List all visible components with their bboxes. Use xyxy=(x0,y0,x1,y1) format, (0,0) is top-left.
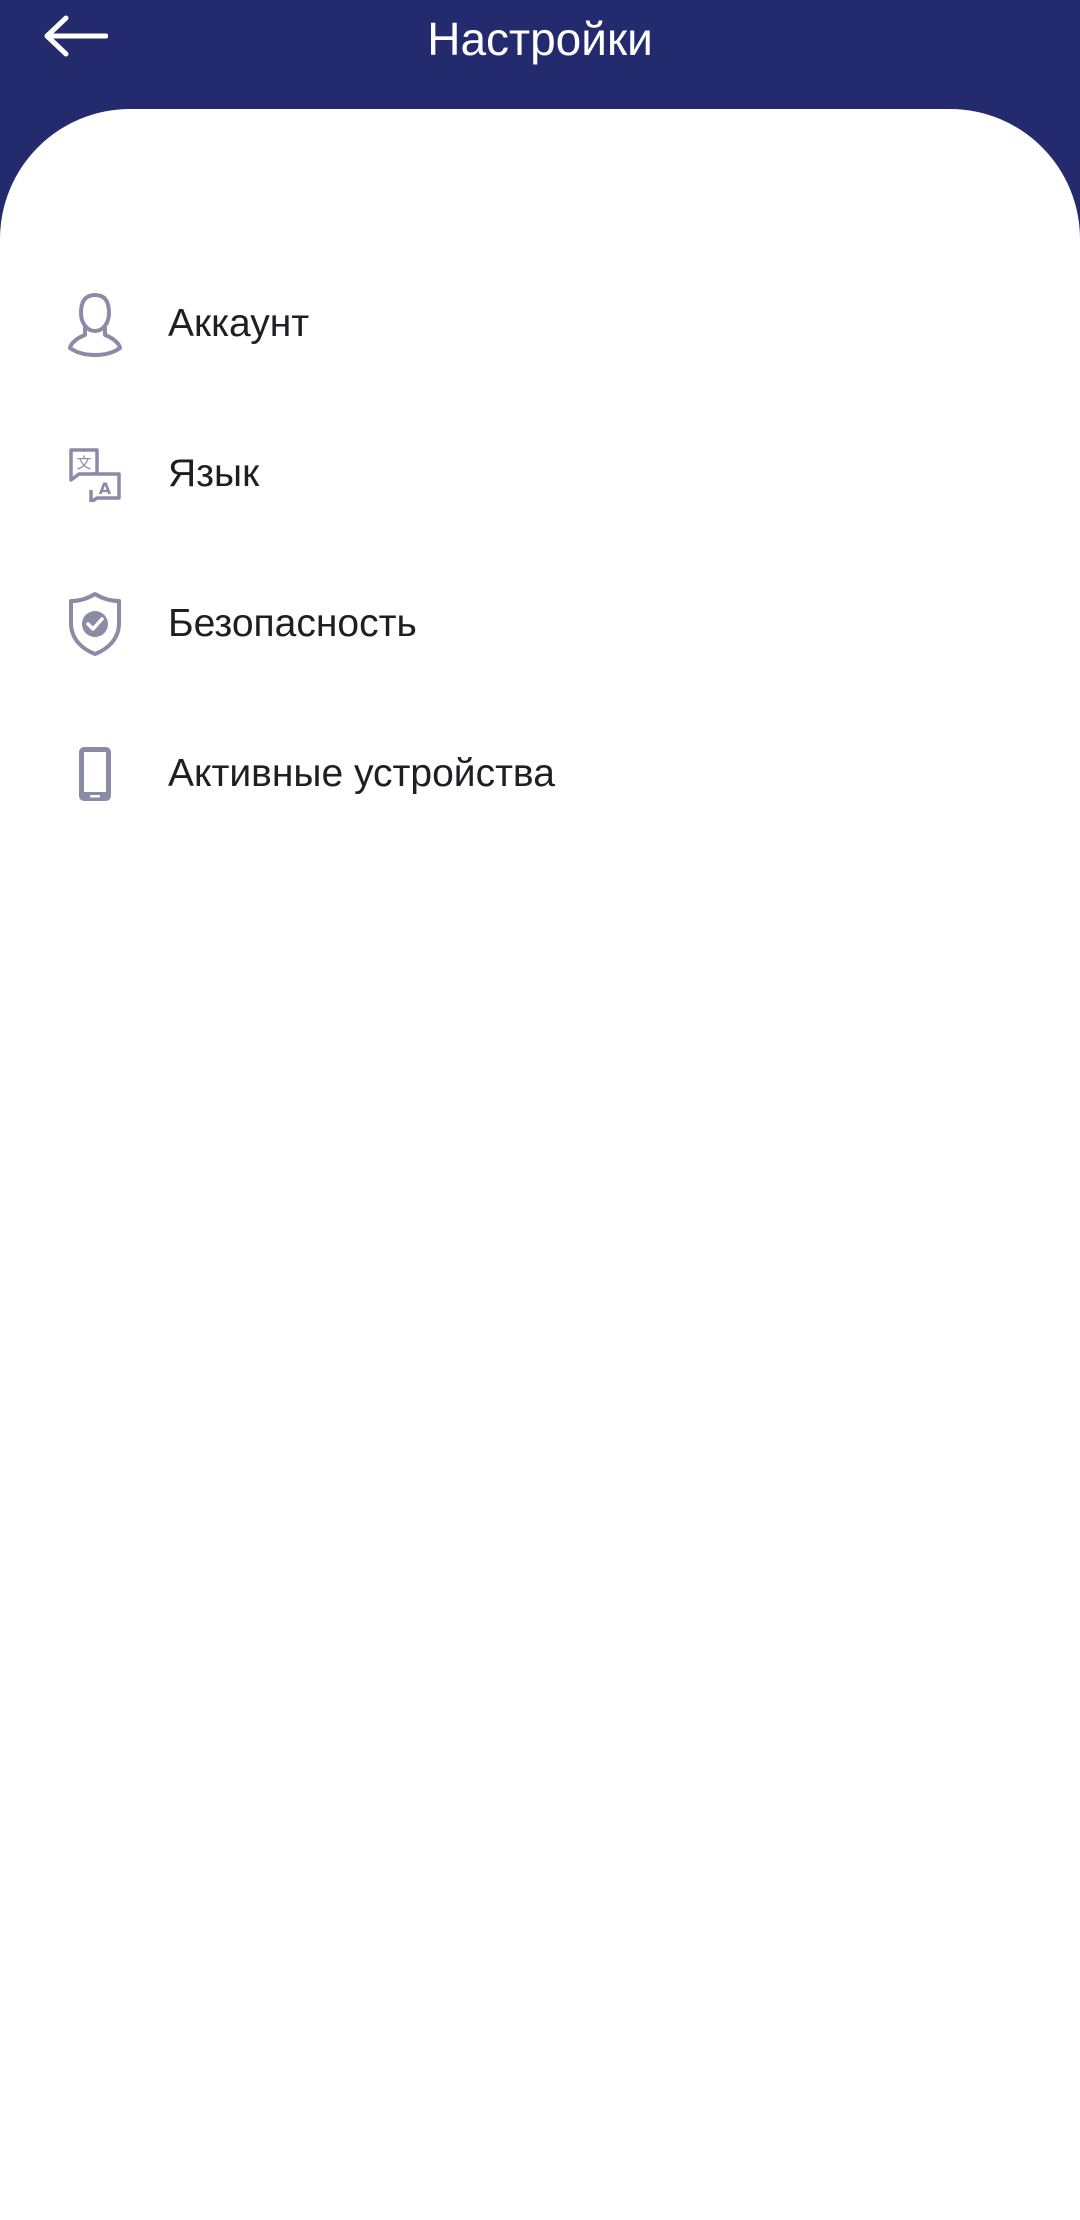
page-title: Настройки xyxy=(427,13,653,65)
menu-item-account[interactable]: Аккаунт xyxy=(0,249,1080,399)
shield-icon xyxy=(65,591,125,657)
svg-text:A: A xyxy=(99,479,112,498)
svg-text:文: 文 xyxy=(76,454,91,472)
language-icon: 文 A xyxy=(65,441,125,507)
phone-icon xyxy=(65,741,125,807)
menu-item-label: Активные устройства xyxy=(168,752,555,795)
menu-item-label: Безопасность xyxy=(168,602,417,645)
account-icon xyxy=(65,291,125,357)
menu-item-label: Аккаунт xyxy=(168,302,310,345)
settings-screen: Настройки Аккаунт 文 A Язык Безопасность … xyxy=(0,0,1080,2220)
settings-menu: Аккаунт 文 A Язык Безопасность Активные у… xyxy=(0,249,1080,849)
menu-item-language[interactable]: 文 A Язык xyxy=(0,399,1080,549)
menu-item-label: Язык xyxy=(168,452,260,495)
menu-item-active-devices[interactable]: Активные устройства xyxy=(0,699,1080,849)
settings-content: Аккаунт 文 A Язык Безопасность Активные у… xyxy=(0,109,1080,2220)
menu-item-security[interactable]: Безопасность xyxy=(0,549,1080,699)
